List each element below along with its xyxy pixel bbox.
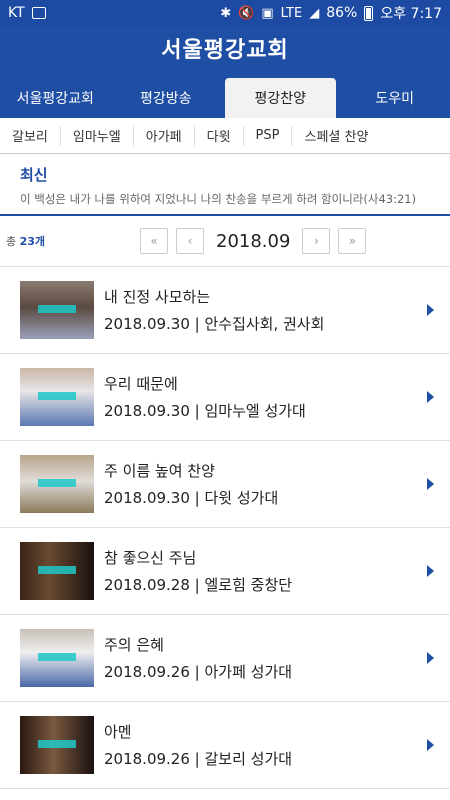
tab-helper[interactable]: 도우미 [340, 78, 450, 118]
item-title: 내 진정 사모하는 [104, 288, 211, 306]
item-title: 우리 때문에 [104, 375, 178, 393]
list-item[interactable]: 주 이름 높여 찬양 2018.09.30 | 다윗 성가대 [0, 441, 450, 528]
item-meta: 2018.09.30 | 임마누엘 성가대 [104, 402, 306, 420]
next-page-button[interactable]: › [302, 228, 331, 254]
chevron-right-icon [427, 391, 434, 403]
item-title: 주 이름 높여 찬양 [104, 462, 215, 480]
tab-seoul-pyeonggang-church[interactable]: 서울평강교회 [0, 78, 111, 118]
bible-verse: 이 백성은 내가 나를 위하여 지었나니 나의 찬송을 부르게 하려 함이니라(… [20, 192, 417, 206]
prev-page-button[interactable]: ‹ [176, 228, 204, 254]
total-prefix: 총 [6, 235, 17, 248]
subtab-calvary[interactable]: 갈보리 [0, 125, 61, 146]
list-item[interactable]: 참 좋으신 주님 2018.09.28 | 엘로힘 중창단 [0, 528, 450, 615]
chevron-right-icon [427, 478, 434, 490]
subtab-psp[interactable]: PSP [244, 125, 293, 146]
list-item[interactable]: 주의 은혜 2018.09.26 | 아가페 성가대 [0, 615, 450, 702]
total-value: 23개 [19, 235, 46, 248]
item-title: 아멘 [104, 723, 132, 741]
praise-list: 내 진정 사모하는 2018.09.30 | 안수집사회, 권사회 우리 때문에… [0, 266, 450, 789]
month-pager: 총 23개 « ‹ 2018.09 › » [0, 216, 450, 266]
item-title: 주의 은혜 [104, 636, 164, 654]
signal-icon: ◢ [309, 5, 320, 21]
carrier-label: KT [8, 5, 25, 21]
gallery-icon [31, 7, 46, 19]
last-page-button[interactable]: » [338, 228, 367, 254]
item-meta: 2018.09.28 | 엘로힘 중창단 [104, 576, 293, 594]
hd-icon: ▣ [261, 5, 274, 21]
latest-section: 최신 이 백성은 내가 나를 위하여 지었나니 나의 찬송을 부르게 하려 함이… [0, 154, 450, 216]
battery-percent: 86% [326, 5, 358, 21]
subtab-agape[interactable]: 아가페 [134, 125, 195, 146]
subtab-immanuel[interactable]: 임마누엘 [61, 125, 134, 146]
list-item[interactable]: 내 진정 사모하는 2018.09.30 | 안수집사회, 권사회 [0, 267, 450, 354]
item-title: 참 좋으신 주님 [104, 549, 197, 567]
video-thumbnail [20, 629, 94, 687]
clock: 오후 7:17 [380, 6, 442, 22]
video-thumbnail [20, 281, 94, 339]
battery-icon [364, 5, 374, 21]
video-thumbnail [20, 455, 94, 513]
chevron-right-icon [427, 739, 434, 751]
current-month: 2018.09 [216, 230, 291, 252]
bluetooth-icon: ✱ [220, 5, 232, 21]
tab-pyeonggang-praise[interactable]: 평강찬양 [225, 78, 336, 118]
list-item[interactable]: 우리 때문에 2018.09.30 | 임마누엘 성가대 [0, 354, 450, 441]
sub-tabs: 갈보리 임마누엘 아가페 다윗 PSP 스페셜 찬양 [0, 118, 450, 154]
status-bar: KT ✱ 🔇 ▣ LTE ◢ 86% 오후 7:17 [0, 0, 450, 26]
video-thumbnail [20, 542, 94, 600]
tab-pyeonggang-broadcast[interactable]: 평강방송 [111, 78, 222, 118]
subtab-david[interactable]: 다윗 [195, 125, 244, 146]
mute-icon: 🔇 [238, 5, 255, 21]
first-page-button[interactable]: « [140, 228, 168, 254]
item-meta: 2018.09.26 | 아가페 성가대 [104, 663, 293, 681]
church-logo[interactable]: 서울평강교회 [161, 32, 288, 64]
video-thumbnail [20, 368, 94, 426]
chevron-right-icon [427, 565, 434, 577]
list-item[interactable]: 아멘 2018.09.26 | 갈보리 성가대 [0, 702, 450, 789]
item-meta: 2018.09.30 | 다윗 성가대 [104, 489, 279, 507]
main-tabs: 서울평강교회 평강방송 평강찬양 도우미 [0, 70, 450, 118]
chevron-right-icon [427, 304, 434, 316]
video-thumbnail [20, 716, 94, 774]
item-meta: 2018.09.30 | 안수집사회, 권사회 [104, 315, 325, 333]
chevron-right-icon [427, 652, 434, 664]
total-count: 총 23개 [6, 233, 45, 249]
app-header: 서울평강교회 [0, 26, 450, 70]
subtab-special-praise[interactable]: 스페셜 찬양 [292, 126, 380, 146]
section-title: 최신 [20, 166, 48, 184]
item-meta: 2018.09.26 | 갈보리 성가대 [104, 750, 293, 768]
network-label: LTE [280, 5, 303, 21]
